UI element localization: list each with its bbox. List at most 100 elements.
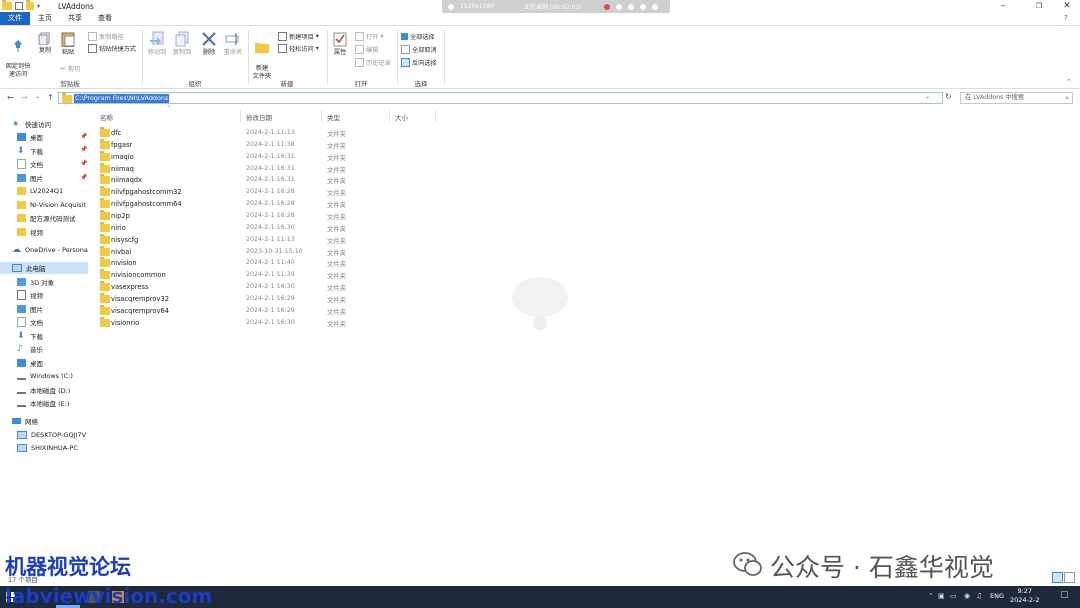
customize-toolbar-icon[interactable]: ▾ — [37, 3, 40, 10]
sidebar-item-3d-objects[interactable]: 3D 对象 — [17, 276, 54, 288]
sidebar-item-downloads-pc[interactable]: ⬇ 下载 — [17, 330, 43, 342]
file-row[interactable]: fpgasr 2024-2-1 11:38 文件夹 — [97, 139, 397, 151]
sidebar-item-this-pc[interactable]: 此电脑 — [12, 262, 46, 274]
pin-icon[interactable]: 📌 — [80, 133, 87, 140]
maximize-icon[interactable]: ❐ — [1024, 0, 1054, 12]
select-none-button[interactable]: 全部取消 — [401, 45, 437, 54]
paste-button[interactable]: 粘贴 — [58, 31, 78, 57]
tab-view[interactable]: 查看 — [90, 12, 120, 25]
tray-battery-icon[interactable]: ▭ — [950, 592, 957, 600]
sidebar-item-downloads[interactable]: ⬇ 下载 — [17, 145, 43, 157]
paste-shortcut-button[interactable]: 粘贴快捷方式 — [88, 44, 136, 53]
pin-icon[interactable]: 📌 — [80, 174, 87, 181]
rename-button[interactable]: 重命名 — [221, 31, 245, 57]
invert-selection-button[interactable]: 反向选择 — [401, 58, 437, 67]
pause-icon[interactable] — [615, 3, 622, 10]
file-row[interactable]: vasexpress 2024-2-1 16:30 文件夹 — [97, 281, 397, 293]
select-all-button[interactable]: 全部选择 — [401, 32, 435, 41]
sidebar-item-ni-vision[interactable]: NI-Vision Acquisit — [17, 199, 89, 211]
file-row[interactable]: visionrio 2024-2-1 16:30 文件夹 — [97, 317, 397, 329]
file-row[interactable]: nisyscfg 2024-2-1 11:13 文件夹 — [97, 234, 397, 246]
search-input[interactable]: 在 LVAddons 中搜索 ⌕ — [960, 92, 1073, 104]
collapse-ribbon-icon[interactable]: ⌃ — [1066, 78, 1072, 86]
sidebar-item-recipe-test[interactable]: 配方源代码测试 — [17, 212, 76, 224]
tray-wifi-icon[interactable]: ◉ — [964, 592, 970, 600]
pen-icon[interactable] — [639, 3, 646, 10]
tab-file[interactable]: 文件 — [0, 12, 30, 25]
new-folder-button[interactable]: 新建 文件夹 — [250, 31, 274, 81]
file-row[interactable]: nivision 2024-2-1 11:40 文件夹 — [97, 257, 397, 269]
tray-volume-icon[interactable]: ♫ — [976, 592, 982, 600]
file-row[interactable]: nilvfpgahostcomm64 2024-2-1 16:28 文件夹 — [97, 198, 397, 210]
file-row[interactable]: dfc 2024-2-1 11:13 文件夹 — [97, 127, 397, 139]
sidebar-item-documents[interactable]: 文档 — [17, 158, 43, 170]
pin-quick-access-button[interactable]: 固定到快 速访问 — [3, 31, 33, 79]
sidebar-item-network[interactable]: 网络 — [12, 415, 38, 427]
sidebar-item-videos-folder[interactable]: 视频 — [17, 226, 43, 238]
copy-path-button[interactable]: 复制路径 — [88, 32, 124, 41]
file-row[interactable]: visacqremprov32 2024-2-1 16:29 文件夹 — [97, 293, 397, 305]
tab-share[interactable]: 共享 — [60, 12, 90, 25]
sidebar-item-videos[interactable]: 视频 — [17, 289, 43, 301]
sidebar-item-pictures-pc[interactable]: 图片 — [17, 303, 43, 315]
file-row[interactable]: imaqio 2024-2-1 16:31 文件夹 — [97, 151, 397, 163]
file-row[interactable]: nirio 2024-2-1 16:30 文件夹 — [97, 222, 397, 234]
sidebar-item-music[interactable]: ♪ 音乐 — [17, 343, 43, 355]
copy-to-button[interactable]: 复制到 — [170, 31, 194, 57]
sidebar-item-documents-pc[interactable]: 文档 — [17, 316, 43, 328]
sidebar-item-desktop-gqji7v[interactable]: DESKTOP-GQJI7V — [17, 429, 86, 441]
file-row[interactable]: niimaqdx 2024-2-1 16:31 文件夹 — [97, 174, 397, 186]
file-row[interactable]: nilvfpgahostcomm32 2024-2-1 16:28 文件夹 — [97, 186, 397, 198]
properties-button[interactable]: 属性 — [330, 31, 350, 57]
tray-chevron-icon[interactable]: ⌃ — [928, 592, 934, 600]
back-arrow-icon[interactable]: ← — [7, 93, 14, 102]
sidebar-item-drive-e[interactable]: 本地磁盘 (E:) — [17, 397, 69, 409]
minimize-icon[interactable]: – — [988, 0, 1018, 12]
tab-home[interactable]: 主页 — [30, 12, 60, 25]
address-dropdown-icon[interactable]: ⌄ — [925, 93, 930, 100]
address-path[interactable]: C:\Program Files\NI\LVAddons — [74, 94, 170, 103]
history-button[interactable]: 历史记录 — [355, 58, 391, 67]
sidebar-item-pictures[interactable]: 图片 — [17, 172, 43, 184]
sidebar-item-quick-access[interactable]: ★ 快速访问 — [12, 118, 51, 130]
up-arrow-icon[interactable]: ↑ — [47, 93, 54, 102]
pin-icon[interactable]: 📌 — [80, 146, 87, 153]
column-name[interactable]: 名称 — [100, 112, 113, 122]
sidebar-item-onedrive[interactable]: ☁ OneDrive - Persona — [12, 244, 88, 256]
close-icon[interactable]: ✕ — [1052, 0, 1080, 12]
column-modified[interactable]: 修改日期 — [246, 112, 272, 122]
recent-locations-icon[interactable]: ⌄ — [35, 93, 40, 100]
tray-network-icon[interactable]: ▣ — [938, 592, 945, 600]
tray-language[interactable]: ENG — [990, 592, 1004, 600]
column-type[interactable]: 类型 — [327, 112, 340, 122]
delete-button[interactable]: 删除 — [199, 31, 219, 57]
large-icons-view-icon[interactable] — [1064, 572, 1075, 583]
properties-icon[interactable] — [15, 2, 23, 10]
camera-icon[interactable] — [627, 3, 634, 10]
sidebar-item-desktop-pc[interactable]: 桌面 — [17, 357, 43, 369]
notification-icon[interactable]: ▢ — [1060, 590, 1069, 600]
copy-button[interactable]: 复制 — [35, 31, 55, 55]
sidebar-item-shixinhua-pc[interactable]: SHIXINHUA-PC — [17, 442, 78, 454]
address-bar[interactable]: C:\Program Files\NI\LVAddons ⌄ — [58, 92, 943, 104]
refresh-icon[interactable]: ↻ — [945, 92, 952, 101]
details-view-icon[interactable] — [1052, 572, 1063, 583]
new-item-button[interactable]: 新建项目 ▾ — [278, 32, 319, 41]
file-row[interactable]: visacqremprov64 2024-2-1 16:29 文件夹 — [97, 305, 397, 317]
sidebar-item-lv2024q1[interactable]: LV2024Q1 — [17, 185, 63, 197]
forward-arrow-icon[interactable]: → — [21, 93, 28, 102]
file-row[interactable]: nip2p 2024-2-1 16:28 文件夹 — [97, 210, 397, 222]
record-icon[interactable] — [603, 3, 610, 10]
new-folder-icon[interactable] — [26, 0, 34, 10]
sidebar-item-drive-c[interactable]: Windows (C:) — [17, 370, 73, 382]
pin-icon[interactable]: 📌 — [80, 160, 87, 167]
file-row[interactable]: nivisioncommon 2024-2-1 11:39 文件夹 — [97, 269, 397, 281]
edit-button[interactable]: 编辑 — [355, 45, 378, 54]
tray-clock[interactable]: 9:27 2024-2-2 — [1010, 587, 1040, 605]
settings-icon[interactable] — [651, 3, 658, 10]
sidebar-item-desktop[interactable]: 桌面 — [17, 131, 43, 143]
sidebar-item-drive-d[interactable]: 本地磁盘 (D:) — [17, 384, 70, 396]
easy-access-button[interactable]: 轻松访问 ▾ — [278, 44, 319, 53]
column-size[interactable]: 大小 — [395, 112, 408, 122]
open-button[interactable]: 打开 ▾ — [355, 32, 383, 41]
